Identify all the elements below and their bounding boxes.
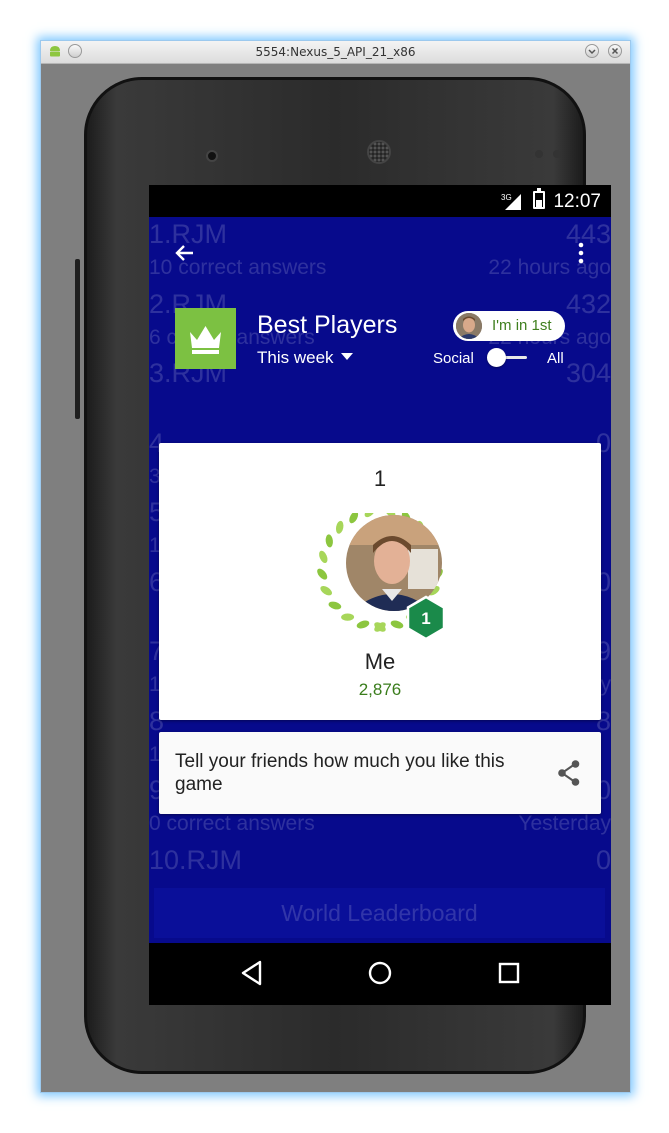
emulator-window: 5554:Nexus_5_API_21_x86 3G 12:07 1.RJM 44… (40, 40, 631, 1093)
period-label: This week (257, 348, 334, 367)
toggle-all-label: All (547, 350, 564, 367)
laurel-leaf (325, 534, 333, 548)
background-row: 1.RJM 443 10 correct answers 22 hours ago (149, 219, 611, 287)
proximity-sensor (535, 150, 543, 158)
front-camera (206, 150, 218, 162)
laurel-leaf (328, 601, 342, 610)
laurel-leaf (319, 550, 328, 564)
toggle-thumb[interactable] (487, 348, 506, 367)
share-card[interactable]: Tell your friends how much you like this… (159, 732, 601, 814)
laurel-leaf (349, 513, 359, 524)
my-rank-chip[interactable]: I'm in 1st (453, 311, 565, 341)
laurel-leaf (320, 586, 332, 596)
avatar (456, 313, 482, 339)
earpiece-speaker (367, 140, 391, 164)
laurel-leaf (335, 520, 344, 534)
crown-icon (190, 326, 221, 354)
laurel-leaf (390, 620, 404, 629)
caret-down-icon (340, 353, 353, 360)
window-titlebar: 5554:Nexus_5_API_21_x86 (41, 41, 630, 64)
background-row-score: 304 (565, 358, 611, 388)
rank-badge-number: 1 (421, 609, 430, 628)
phone-screen: 3G 12:07 1.RJM 443 10 correct answers 22 ho… (149, 185, 611, 1005)
period-dropdown[interactable]: This week (257, 348, 353, 368)
nav-back-icon[interactable] (240, 960, 264, 986)
share-icon[interactable] (556, 759, 582, 787)
light-sensor (553, 150, 561, 158)
network-type: 3G (501, 193, 512, 202)
window-title: 5554:Nexus_5_API_21_x86 (255, 45, 416, 59)
laurel-leaf (317, 568, 328, 580)
background-row-name: 10.RJM (149, 844, 243, 875)
background-row-subtitle: 0 correct answers (149, 812, 315, 835)
status-bar: 3G 12:07 (149, 185, 611, 217)
close-button[interactable] (608, 44, 622, 58)
navigation-bar (149, 943, 611, 1005)
background-row-time: Yesterday (518, 812, 611, 835)
laurel-leaf (356, 620, 370, 629)
nav-home-icon[interactable] (368, 960, 392, 986)
share-prompt: Tell your friends how much you like this… (175, 751, 505, 795)
cell-signal-icon: 3G (501, 193, 521, 210)
clock: 12:07 (553, 191, 601, 212)
background-row-score: 0 (595, 844, 611, 875)
chevron-down-icon (588, 49, 596, 55)
nav-recents-icon[interactable] (497, 960, 521, 986)
player-score: 2,876 (358, 680, 402, 699)
game-icon (175, 308, 236, 369)
background-row-score: 432 (565, 288, 611, 319)
minimize-button[interactable] (585, 44, 599, 58)
phone-frame: 3G 12:07 1.RJM 443 10 correct answers 22 ho… (84, 77, 611, 1074)
laurel-leaf (374, 622, 386, 632)
toggle-social-label: Social (433, 350, 474, 367)
battery-icon (533, 188, 545, 209)
player-card[interactable]: 1 1 Me 2,876 (159, 443, 601, 720)
player-name: Me (364, 649, 396, 674)
close-icon (611, 47, 619, 55)
page-title: Best Players (257, 311, 398, 339)
overflow-menu-icon[interactable] (577, 241, 585, 265)
background-row-score: 443 (565, 219, 611, 249)
background-row-time: 22 hours ago (488, 256, 611, 279)
rank-badge: 1 (406, 595, 446, 641)
laurel-leaf (341, 613, 355, 621)
back-arrow-icon[interactable] (173, 241, 197, 265)
phone-volume-button (75, 259, 80, 419)
rank-number: 1 (373, 466, 387, 491)
world-leaderboard-button[interactable]: World Leaderboard (154, 888, 605, 938)
my-rank-label: I'm in 1st (492, 317, 552, 334)
